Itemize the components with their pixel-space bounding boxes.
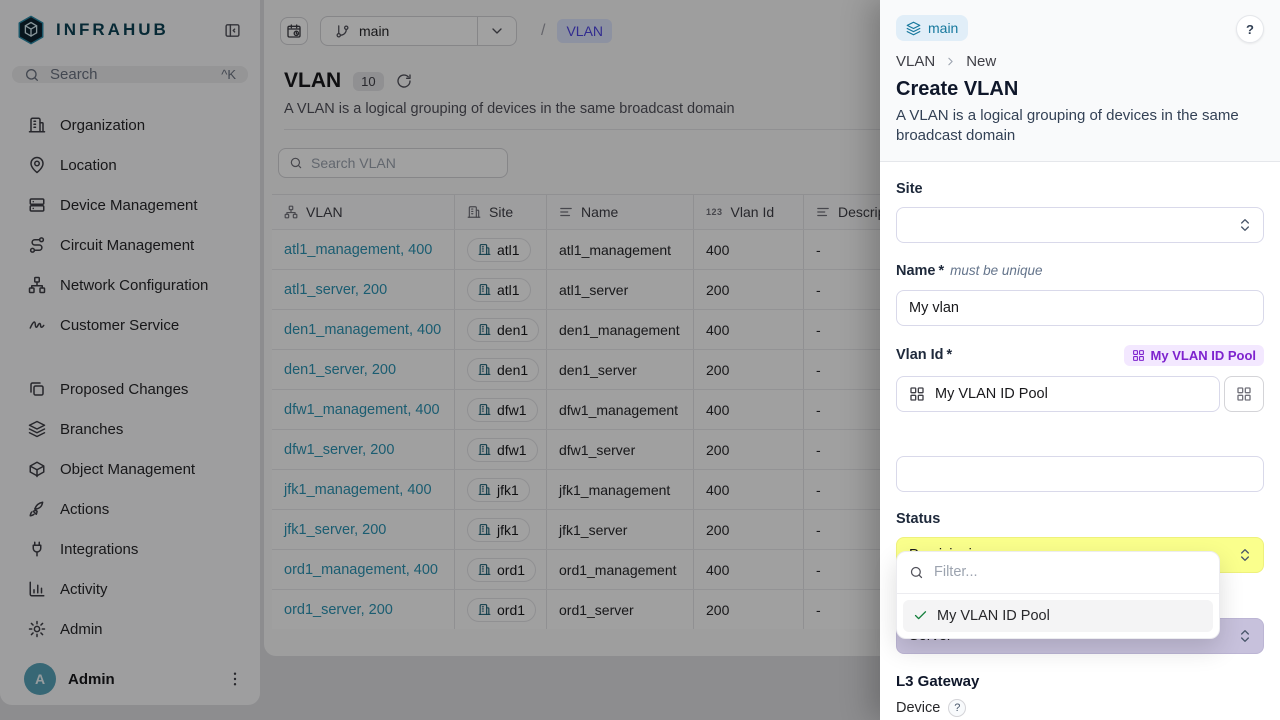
l3-gateway-section-label: L3 Gateway — [896, 673, 1264, 690]
site-label: Site — [896, 181, 1264, 197]
vlan-id-label: Vlan Id — [896, 347, 944, 363]
grid-icon — [1236, 386, 1252, 402]
breadcrumb-current: New — [966, 53, 996, 70]
search-icon — [909, 565, 924, 580]
device-label: Device — [896, 700, 940, 716]
drawer-header: main ? VLAN New Create VLAN A VLAN is a … — [880, 0, 1280, 162]
pool-badge[interactable]: My VLAN ID Pool — [1124, 345, 1264, 366]
branch-badge: main — [896, 15, 968, 41]
layers-icon — [906, 21, 921, 36]
branch-badge-label: main — [928, 20, 958, 36]
name-label: Name — [896, 263, 936, 279]
drawer-description: A VLAN is a logical grouping of devices … — [896, 106, 1246, 147]
drawer-title: Create VLAN — [896, 78, 1264, 101]
pool-badge-label: My VLAN ID Pool — [1151, 348, 1256, 363]
pool-dropdown: My VLAN ID Pool — [896, 551, 1220, 639]
check-icon — [913, 608, 928, 623]
pool-filter-input[interactable] — [934, 564, 1184, 580]
pool-filter-row[interactable] — [897, 552, 1219, 594]
device-help-badge[interactable]: ? — [948, 699, 966, 717]
pool-option-label: My VLAN ID Pool — [937, 608, 1050, 624]
required-marker: * — [947, 347, 953, 363]
chevrons-up-down-icon — [1237, 628, 1253, 644]
status-label: Status — [896, 511, 1264, 527]
pool-option-my-vlan-id-pool[interactable]: My VLAN ID Pool — [903, 600, 1213, 632]
chevrons-up-down-icon — [1237, 217, 1253, 233]
create-vlan-drawer: main ? VLAN New Create VLAN A VLAN is a … — [880, 0, 1280, 720]
breadcrumb-parent: VLAN — [896, 53, 935, 70]
grid-icon — [909, 386, 925, 402]
create-vlan-form: Site Name*must be unique Vlan Id* My VLA… — [880, 162, 1280, 720]
name-hint: must be unique — [950, 263, 1042, 278]
grid-icon — [1132, 349, 1145, 362]
vlan-id-pool-value: My VLAN ID Pool — [935, 386, 1048, 402]
description-input[interactable] — [896, 456, 1264, 492]
drawer-breadcrumb: VLAN New — [896, 53, 1264, 70]
chevrons-up-down-icon — [1237, 547, 1253, 563]
pool-picker-button[interactable] — [1224, 376, 1264, 412]
vlan-id-pool-input[interactable]: My VLAN ID Pool — [896, 376, 1220, 412]
name-input[interactable] — [896, 290, 1264, 326]
required-marker: * — [939, 263, 945, 279]
help-button[interactable]: ? — [1236, 15, 1264, 43]
site-select[interactable] — [896, 207, 1264, 243]
chevron-right-icon — [944, 55, 957, 68]
